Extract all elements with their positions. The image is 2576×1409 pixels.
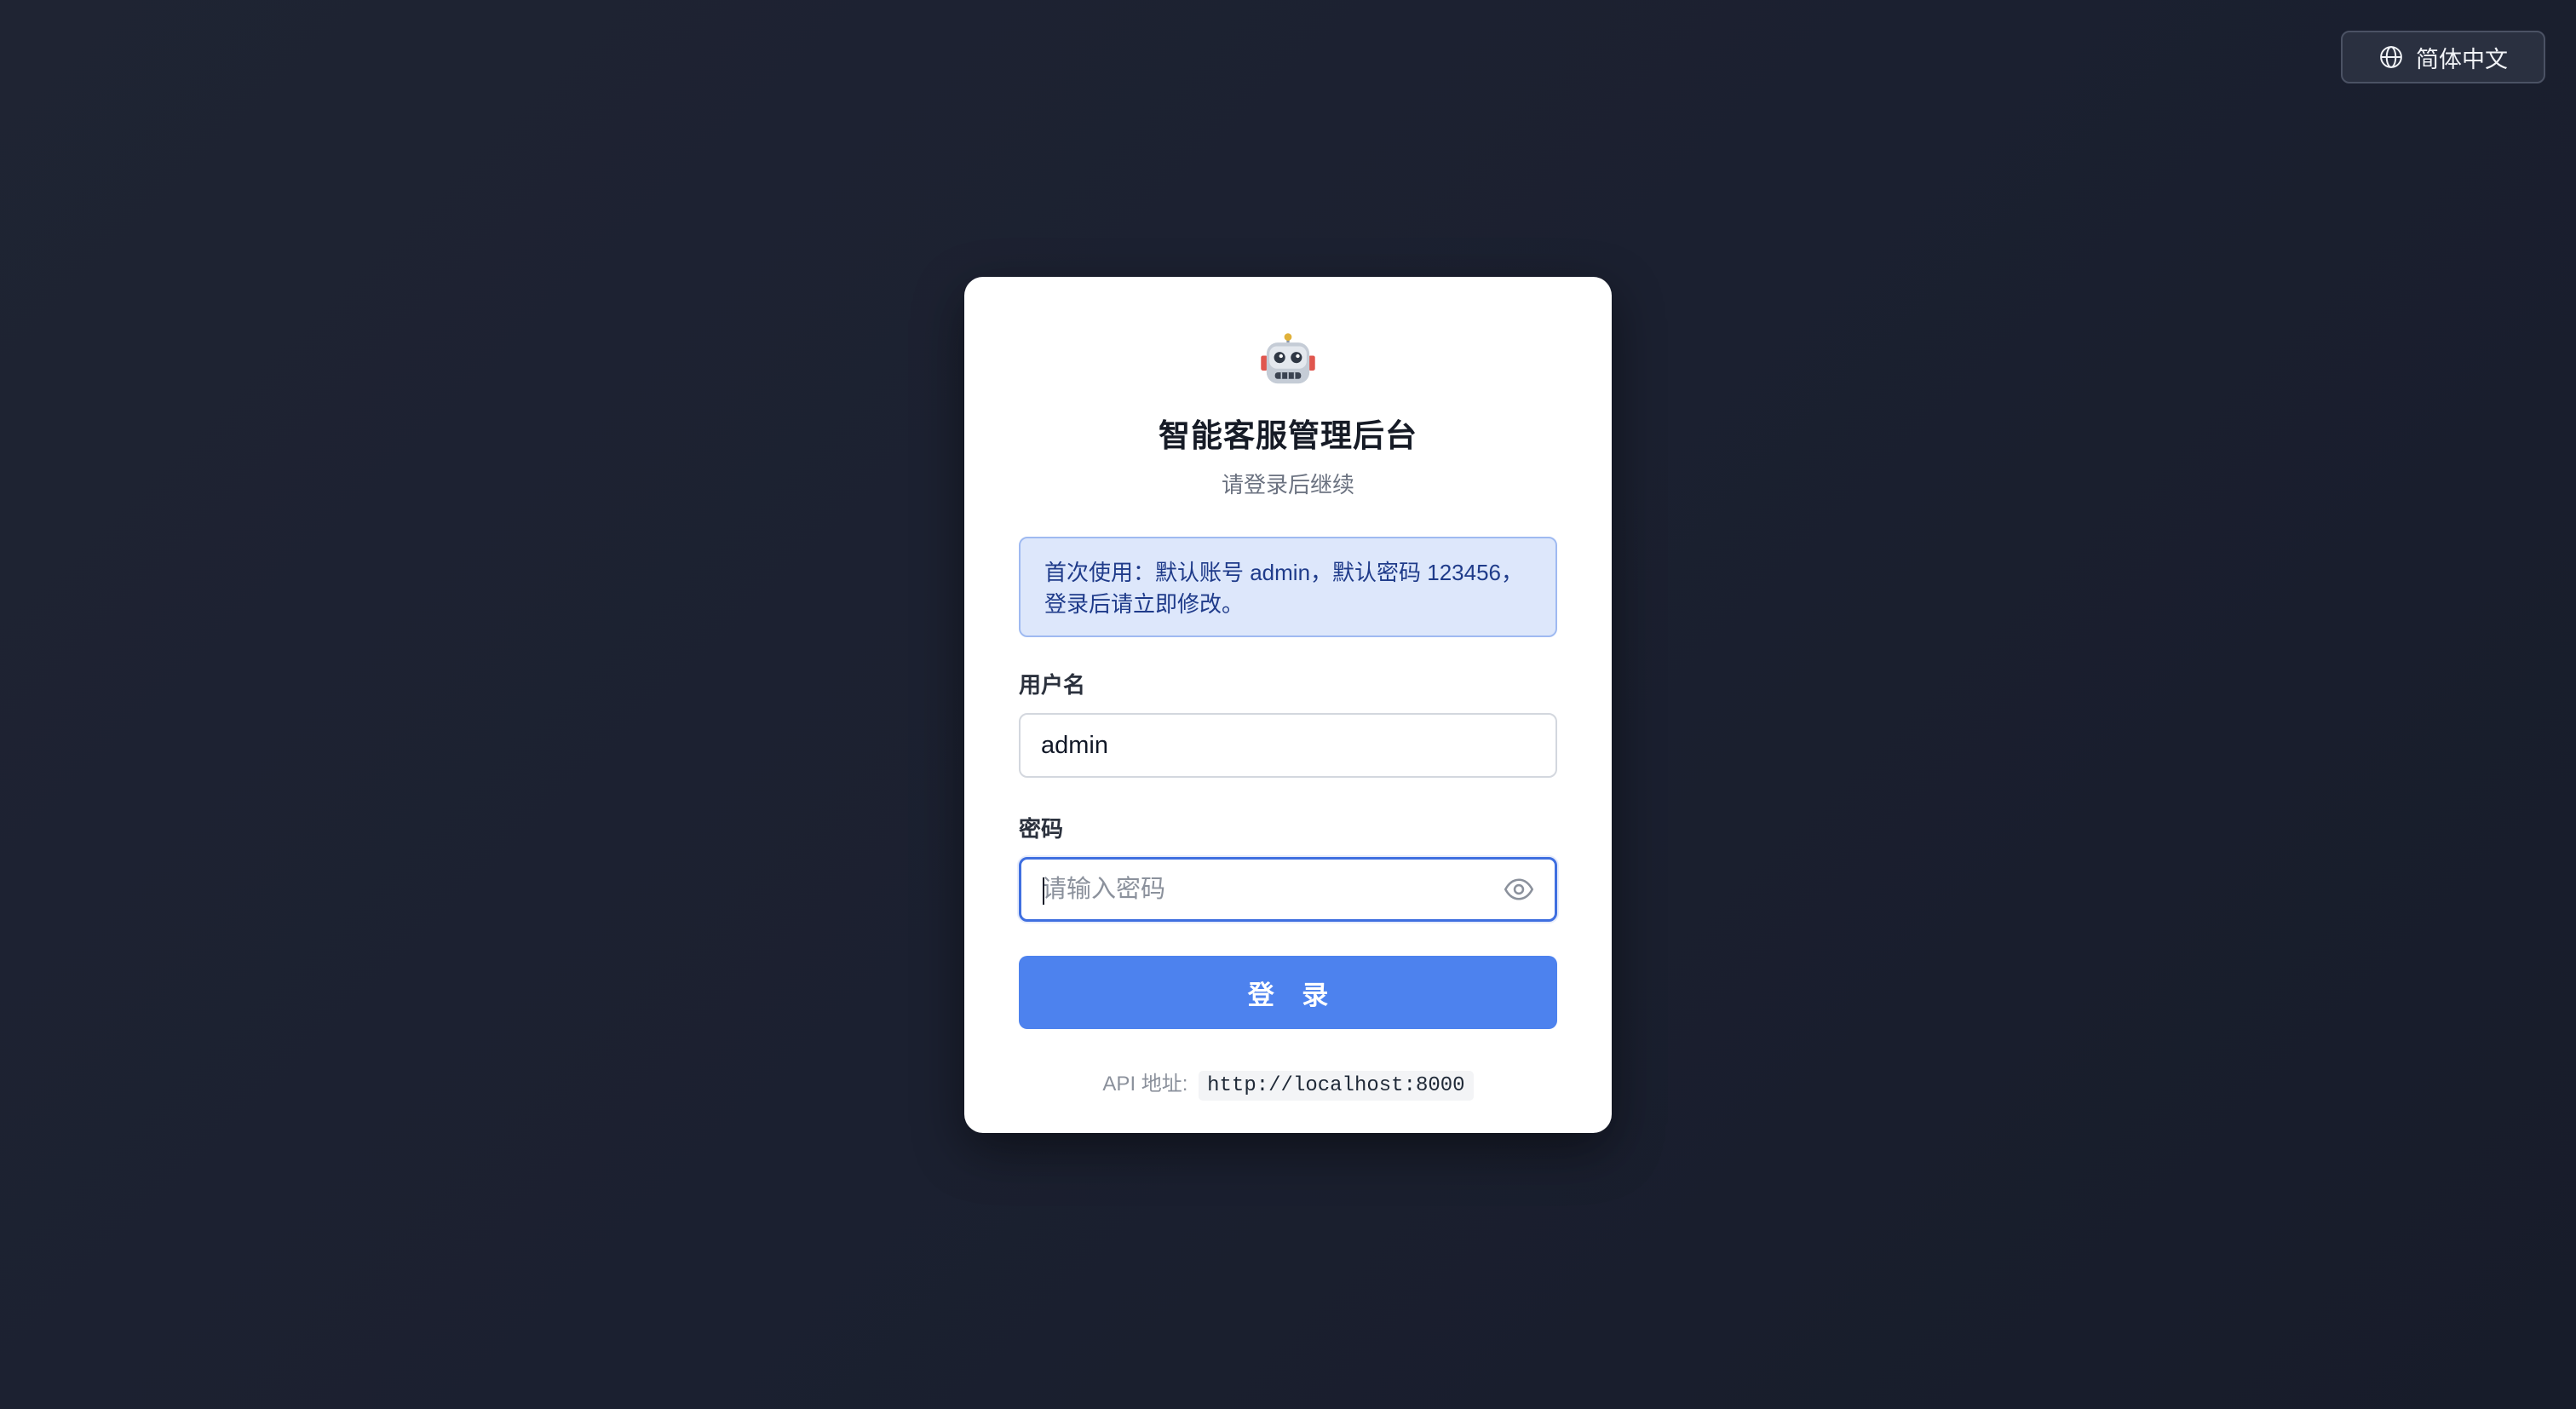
robot-logo-icon bbox=[1261, 333, 1315, 384]
api-address-label: API 地址: bbox=[1102, 1073, 1188, 1096]
password-input[interactable] bbox=[1042, 875, 1504, 904]
globe-icon bbox=[2380, 46, 2402, 68]
username-field bbox=[1019, 713, 1557, 778]
language-switch-button[interactable]: 简体中文 bbox=[2341, 31, 2545, 83]
api-address-url: http://localhost:8000 bbox=[1199, 1071, 1474, 1101]
eye-icon[interactable] bbox=[1504, 874, 1534, 905]
page-title: 智能客服管理后台 bbox=[1159, 418, 1417, 453]
login-button[interactable]: 登 录 bbox=[1019, 956, 1557, 1029]
login-card: 智能客服管理后台 请登录后继续 首次使用：默认账号 admin，默认密码 123… bbox=[964, 277, 1612, 1133]
default-credentials-notice: 首次使用：默认账号 admin，默认密码 123456，登录后请立即修改。 bbox=[1019, 537, 1557, 637]
password-field bbox=[1019, 857, 1557, 922]
text-caret bbox=[1043, 877, 1044, 905]
language-label: 简体中文 bbox=[2416, 46, 2508, 72]
api-address: API 地址: http://localhost:8000 bbox=[1019, 1067, 1557, 1101]
page-subtitle: 请登录后继续 bbox=[1221, 472, 1354, 497]
username-input[interactable] bbox=[1041, 731, 1535, 760]
password-label: 密码 bbox=[1019, 816, 1064, 842]
username-label: 用户名 bbox=[1019, 672, 1086, 698]
